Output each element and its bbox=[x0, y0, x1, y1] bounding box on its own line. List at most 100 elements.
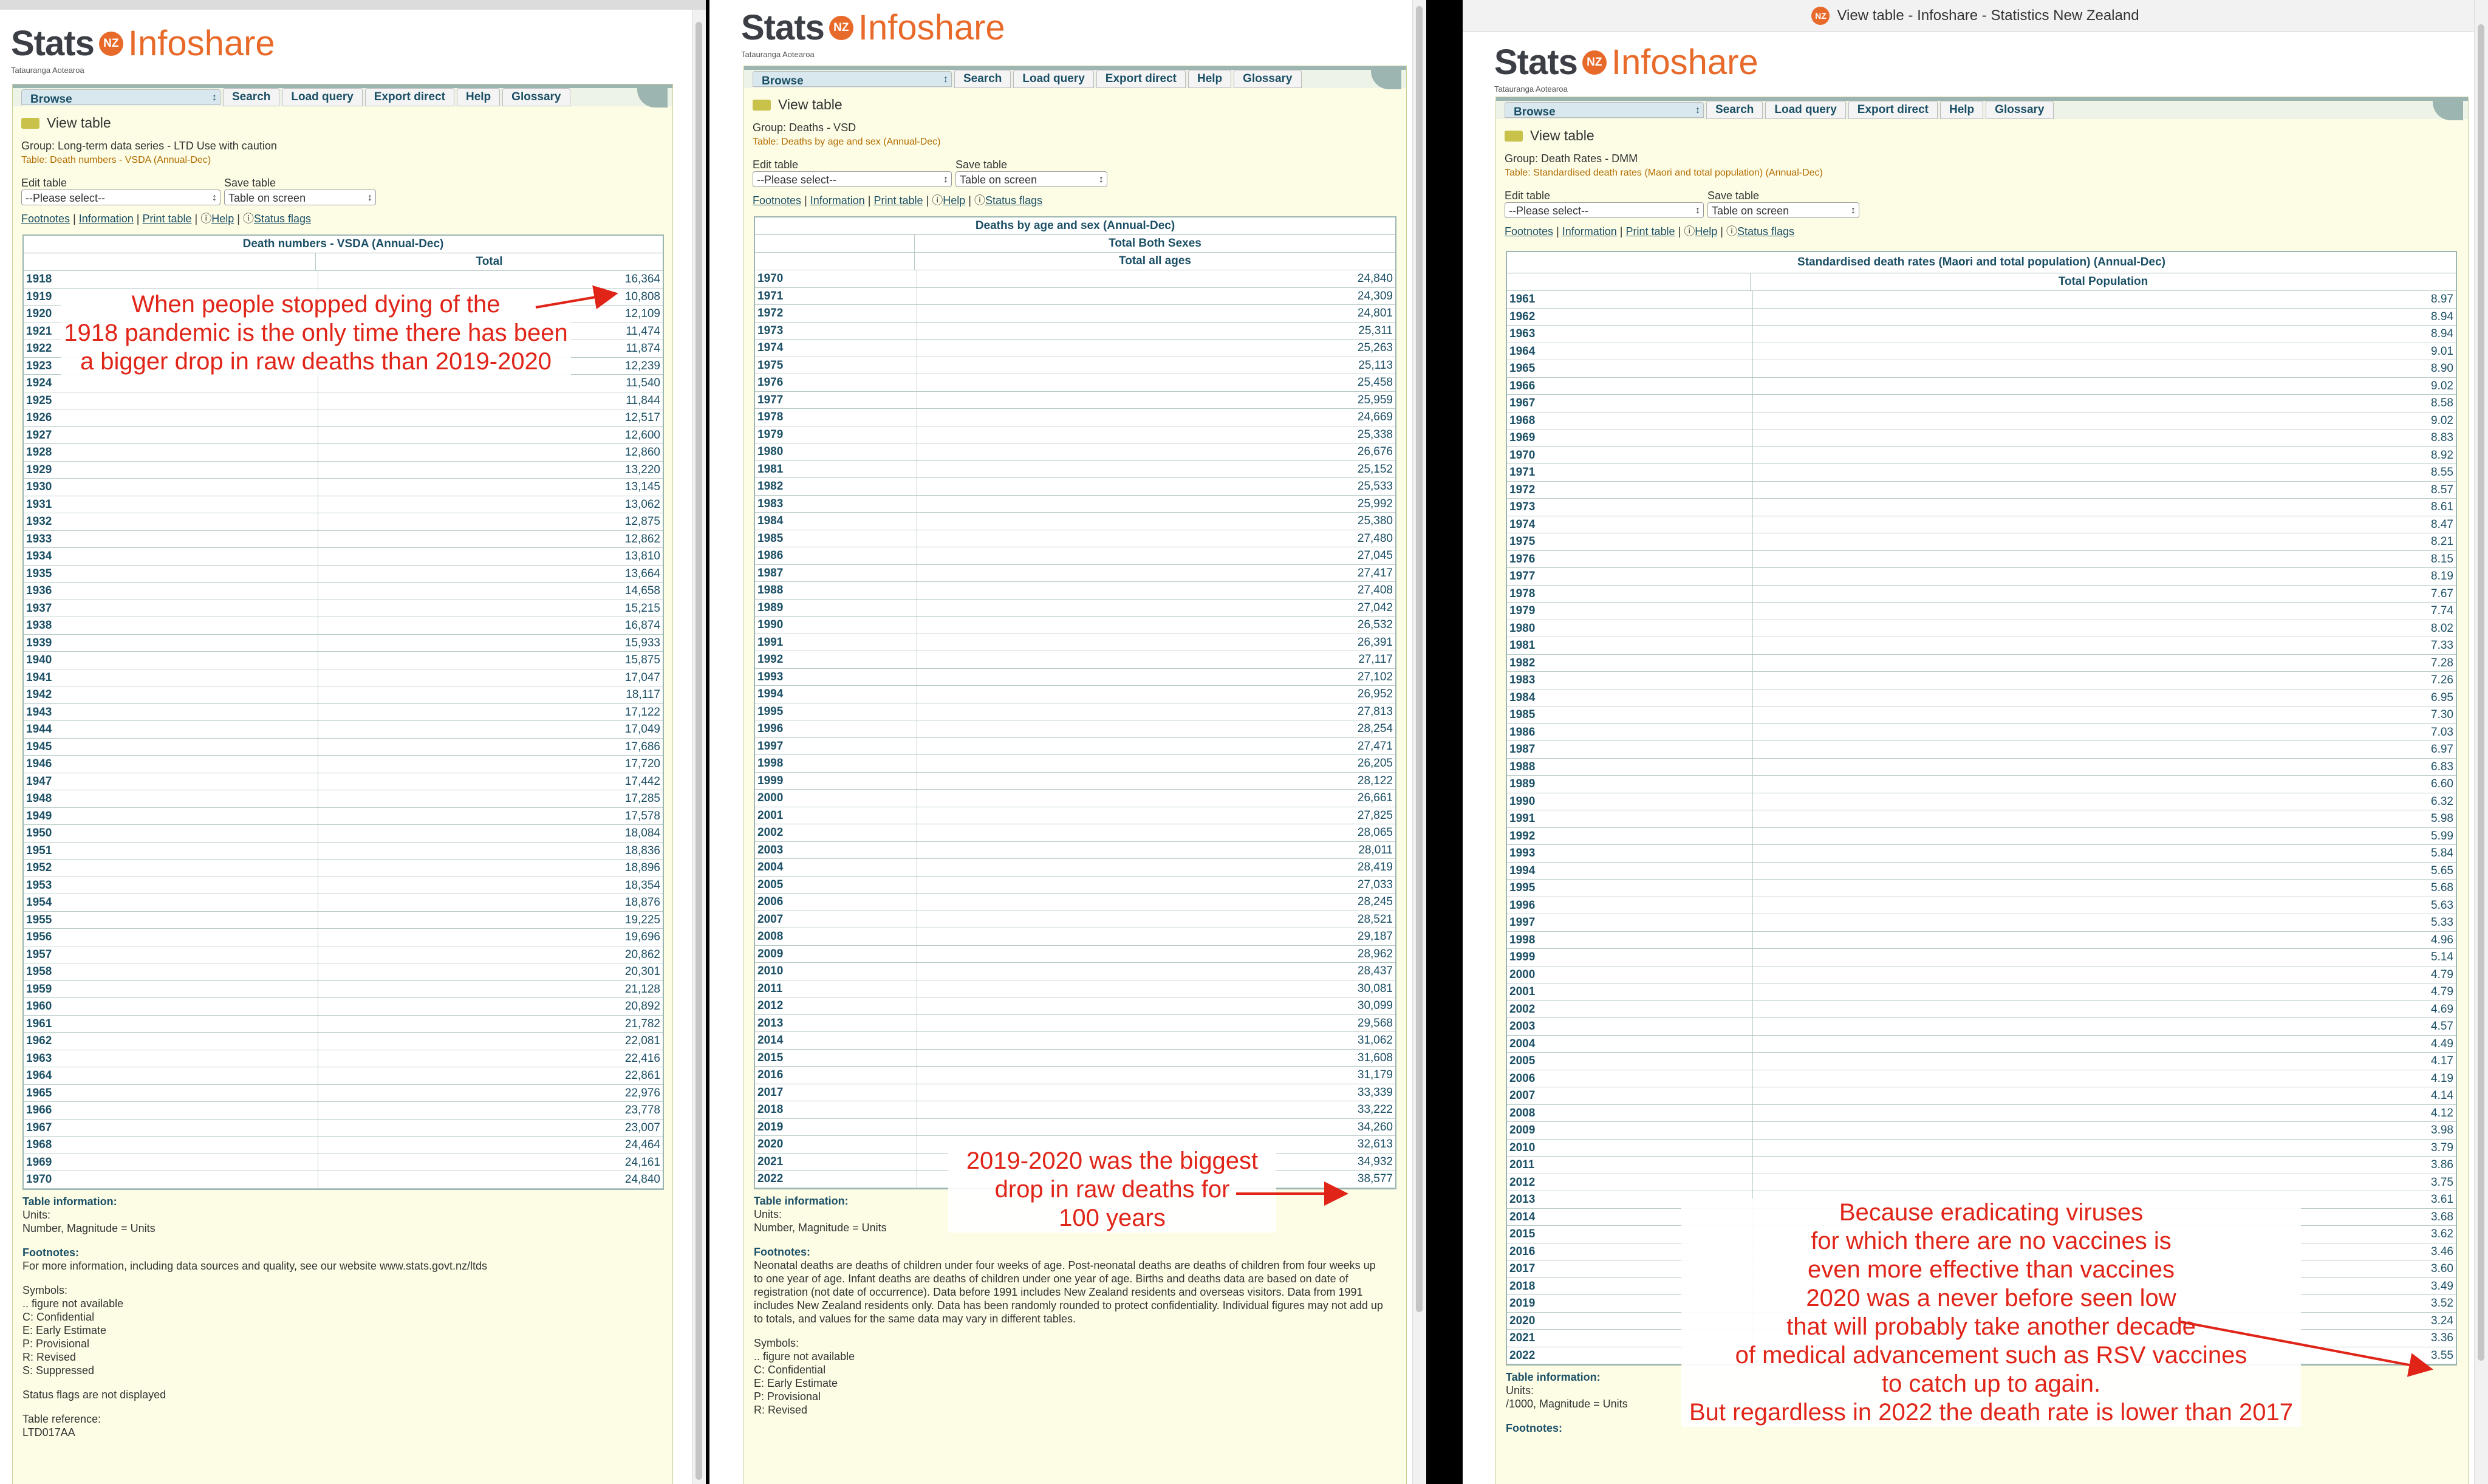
row-value: 28,419 bbox=[1357, 861, 1393, 874]
table-row: 2005 4.17 bbox=[1507, 1053, 2456, 1070]
edit-table-label: Edit table bbox=[1505, 190, 1551, 202]
footnotes-link[interactable]: Footnotes bbox=[753, 194, 801, 207]
tab-export-direct[interactable]: Export direct bbox=[1848, 101, 1938, 119]
table-row: 1993 27,102 bbox=[755, 668, 1395, 686]
status-flags-link[interactable]: Status flags bbox=[985, 194, 1042, 207]
row-year: 1927 bbox=[24, 426, 318, 443]
row-value: 8.15 bbox=[2431, 552, 2453, 566]
scrollbar[interactable] bbox=[692, 10, 706, 1484]
row-value: 28,962 bbox=[1357, 947, 1393, 960]
tab-glossary[interactable]: Glossary bbox=[1234, 70, 1302, 88]
row-value: 17,686 bbox=[624, 740, 660, 753]
scrollbar-thumb[interactable] bbox=[695, 22, 702, 1480]
row-year: 1958 bbox=[24, 963, 318, 980]
row-year: 1998 bbox=[755, 755, 917, 772]
status-flags-icon: ⓘ bbox=[242, 213, 254, 225]
table-row: 1981 25,152 bbox=[755, 460, 1395, 478]
status-flags-link[interactable]: Status flags bbox=[254, 213, 311, 225]
row-value: 25,959 bbox=[1357, 393, 1393, 406]
status-flags-link[interactable]: Status flags bbox=[1737, 225, 1794, 238]
scrollbar-thumb[interactable] bbox=[1416, 6, 1423, 1312]
table-row: 2003 4.57 bbox=[1507, 1018, 2456, 1036]
row-value: 8.83 bbox=[2431, 431, 2453, 444]
footnotes-link[interactable]: Footnotes bbox=[1505, 225, 1553, 238]
save-table-select[interactable]: Table on screen bbox=[955, 171, 1107, 188]
footnotes-link[interactable]: Footnotes bbox=[21, 213, 70, 225]
favicon-icon: NZ bbox=[1811, 7, 1830, 25]
row-year: 1987 bbox=[1507, 741, 1753, 758]
table-row: 1980 8.02 bbox=[1507, 620, 2456, 637]
information-link[interactable]: Information bbox=[810, 194, 865, 207]
tab-search[interactable]: Search bbox=[223, 88, 280, 106]
tab-export-direct[interactable]: Export direct bbox=[1096, 70, 1186, 88]
print-table-link[interactable]: Print table bbox=[873, 194, 923, 207]
edit-table-select[interactable]: --Please select-- bbox=[1505, 202, 1704, 219]
edit-table-select[interactable]: --Please select-- bbox=[753, 171, 952, 188]
row-value: 19,225 bbox=[624, 913, 660, 926]
table-reference-value: LTD017AA bbox=[22, 1426, 75, 1438]
row-year: 1939 bbox=[24, 634, 318, 651]
row-year: 1990 bbox=[755, 617, 917, 634]
footnotes-title: Footnotes: bbox=[754, 1245, 810, 1258]
tab-search[interactable]: Search bbox=[954, 70, 1011, 88]
table-row: 1955 19,225 bbox=[24, 911, 663, 929]
tab-load-query[interactable]: Load query bbox=[282, 88, 363, 106]
table-row: 1972 8.57 bbox=[1507, 481, 2456, 499]
save-table-select[interactable]: Table on screen bbox=[224, 190, 376, 206]
table-row: 1938 16,874 bbox=[24, 617, 663, 635]
tab-search[interactable]: Search bbox=[1706, 101, 1763, 119]
print-table-link[interactable]: Print table bbox=[1625, 225, 1675, 238]
row-year: 1966 bbox=[1507, 377, 1753, 394]
tab-load-query[interactable]: Load query bbox=[1013, 70, 1094, 88]
table-row: 1976 8.15 bbox=[1507, 550, 2456, 568]
table-row: 1997 5.33 bbox=[1507, 914, 2456, 932]
table-row: 2002 4.69 bbox=[1507, 1000, 2456, 1018]
table-row: 1972 24,801 bbox=[755, 305, 1395, 323]
table-row: 2005 27,033 bbox=[755, 876, 1395, 894]
tab-help[interactable]: Help bbox=[456, 88, 501, 106]
tab-export-direct[interactable]: Export direct bbox=[364, 88, 454, 106]
row-value: 3.79 bbox=[2431, 1141, 2453, 1154]
help-link[interactable]: Help bbox=[211, 213, 234, 225]
scrollbar[interactable] bbox=[1412, 0, 1426, 1484]
stats-nz-logo[interactable]: Stats NZ Infoshare Tatauranga Aotearoa bbox=[1494, 42, 1758, 94]
help-link[interactable]: Help bbox=[943, 194, 965, 207]
row-value: 5.33 bbox=[2431, 916, 2453, 929]
tab-browse[interactable]: Browse bbox=[21, 89, 220, 106]
row-year: 1977 bbox=[755, 391, 917, 408]
help-link[interactable]: Help bbox=[1695, 225, 1717, 238]
row-value: 24,840 bbox=[624, 1173, 660, 1186]
stats-nz-logo[interactable]: Stats NZ Infoshare Tatauranga Aotearoa bbox=[11, 23, 275, 75]
tab-help[interactable]: Help bbox=[1939, 101, 1984, 119]
row-year: 1942 bbox=[24, 686, 318, 703]
table-row: 1966 23,778 bbox=[24, 1102, 663, 1120]
tab-load-query[interactable]: Load query bbox=[1765, 101, 1846, 119]
print-table-link[interactable]: Print table bbox=[142, 213, 191, 225]
edit-table-select[interactable]: --Please select-- bbox=[21, 190, 220, 206]
data-table: Deaths by age and sex (Annual-Dec) Total… bbox=[754, 216, 1396, 1189]
stats-nz-logo[interactable]: Stats NZ Infoshare Tatauranga Aotearoa bbox=[741, 7, 1005, 59]
row-year: 1992 bbox=[755, 651, 917, 668]
save-table-label: Save table bbox=[955, 159, 1008, 171]
information-link[interactable]: Information bbox=[1562, 225, 1617, 238]
status-flags-icon: ⓘ bbox=[1726, 225, 1737, 238]
tab-browse[interactable]: Browse bbox=[753, 71, 952, 87]
tab-help[interactable]: Help bbox=[1188, 70, 1232, 88]
row-year: 2020 bbox=[755, 1136, 917, 1153]
table-row: 1948 17,285 bbox=[24, 790, 663, 808]
save-table-label: Save table bbox=[1707, 190, 1760, 202]
tab-glossary[interactable]: Glossary bbox=[502, 88, 570, 106]
row-value: 4.79 bbox=[2431, 985, 2453, 998]
row-value: 8.90 bbox=[2431, 362, 2453, 375]
row-year: 1974 bbox=[1507, 516, 1753, 533]
row-value: 13,145 bbox=[624, 480, 660, 493]
row-value: 20,301 bbox=[624, 965, 660, 978]
table-row: 1936 14,658 bbox=[24, 583, 663, 600]
save-table-select[interactable]: Table on screen bbox=[1707, 202, 1859, 219]
scrollbar-thumb[interactable] bbox=[2478, 24, 2484, 1361]
tab-browse[interactable]: Browse bbox=[1505, 102, 1704, 118]
information-link[interactable]: Information bbox=[79, 213, 134, 225]
tab-glossary[interactable]: Glossary bbox=[1986, 101, 2054, 119]
table-row: 1966 9.02 bbox=[1507, 377, 2456, 395]
scrollbar[interactable] bbox=[2474, 0, 2488, 1484]
